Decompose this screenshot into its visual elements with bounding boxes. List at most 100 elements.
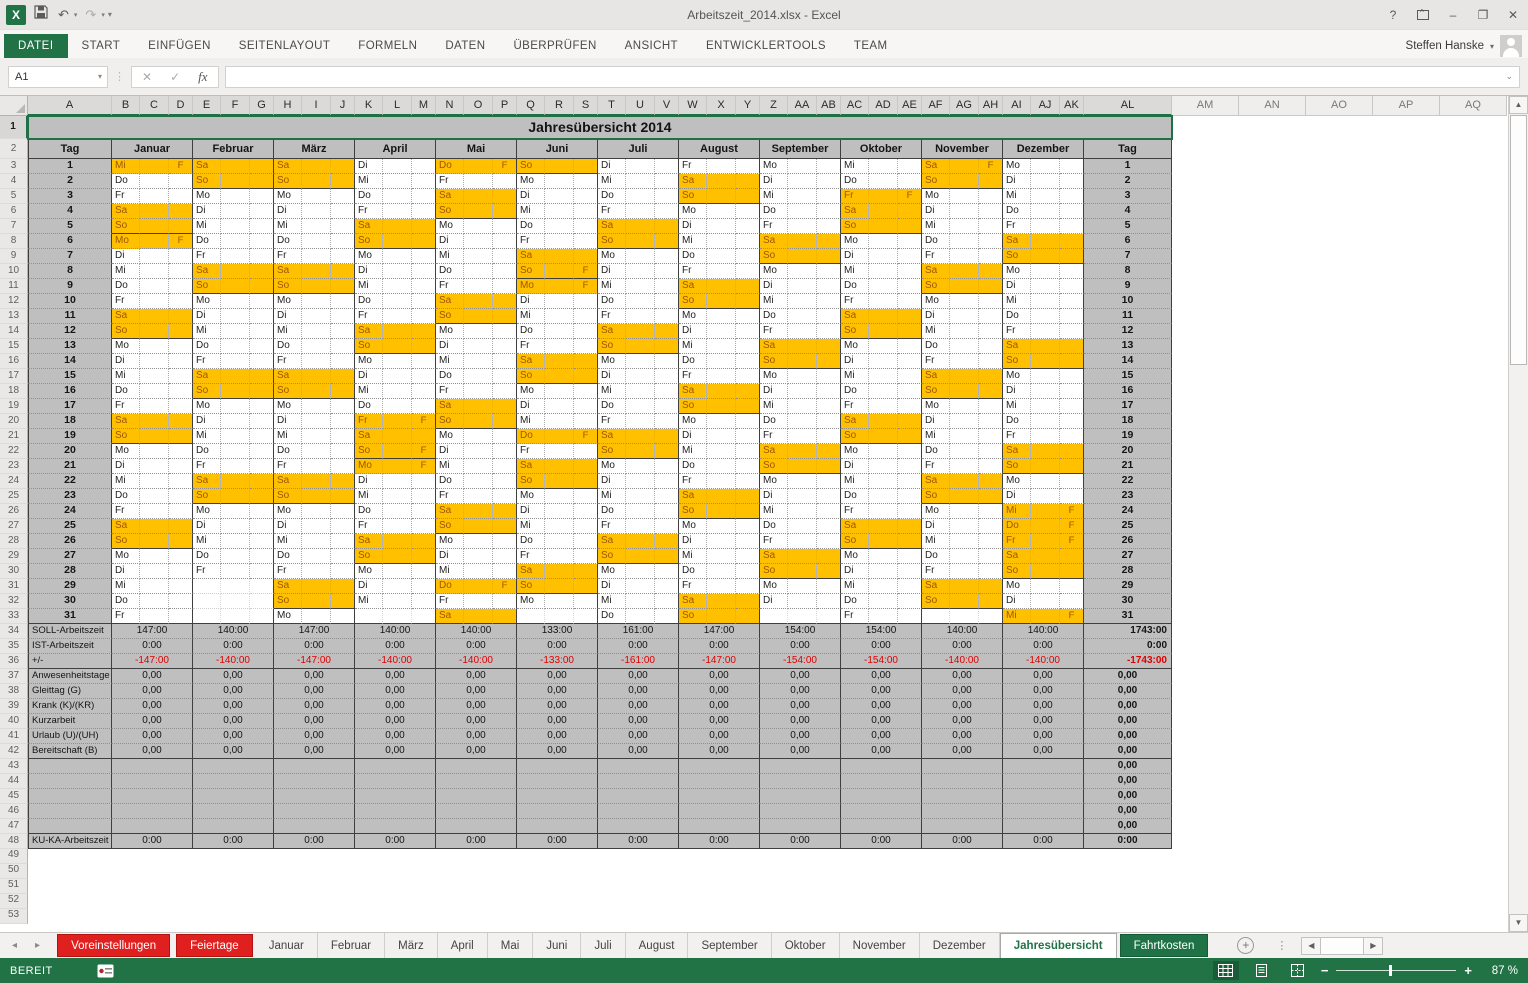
summary-empty-cell[interactable]	[112, 804, 193, 819]
day-entry-cell[interactable]	[788, 234, 817, 249]
summary-value-cell[interactable]: 140:00	[355, 624, 436, 639]
column-header-t[interactable]: T	[598, 96, 626, 116]
day-entry-cell[interactable]	[1031, 384, 1060, 399]
day-entry-cell[interactable]	[302, 564, 331, 579]
day-flag-cell[interactable]	[169, 444, 193, 459]
day-entry-cell[interactable]	[869, 384, 898, 399]
day-flag-cell[interactable]	[898, 339, 922, 354]
weekday-cell[interactable]: Mi	[517, 204, 545, 219]
weekday-cell[interactable]: So	[1003, 564, 1031, 579]
row-header-8[interactable]: 8	[0, 234, 28, 249]
weekday-cell[interactable]: Mo	[274, 609, 302, 624]
summary-value-cell[interactable]: 0,00	[841, 714, 922, 729]
sheet-tab-oktober[interactable]: Oktober	[772, 933, 840, 958]
day-flag-cell[interactable]	[817, 339, 841, 354]
day-entry-cell[interactable]	[707, 399, 736, 414]
day-entry-cell[interactable]	[950, 159, 979, 174]
row-header-2[interactable]: 2	[0, 139, 28, 159]
day-entry-cell[interactable]	[383, 324, 412, 339]
column-header-d[interactable]: D	[169, 96, 193, 116]
column-header-ac[interactable]: AC	[841, 96, 869, 116]
day-entry-cell[interactable]	[869, 324, 898, 339]
day-entry-cell[interactable]	[1031, 564, 1060, 579]
day-flag-cell[interactable]	[736, 189, 760, 204]
day-flag-cell[interactable]	[1060, 579, 1084, 594]
weekday-cell[interactable]: Mi	[112, 474, 140, 489]
summary-value-cell[interactable]: 147:00	[679, 624, 760, 639]
row-header-34[interactable]: 34	[0, 624, 28, 639]
day-entry-cell[interactable]	[707, 309, 736, 324]
day-flag-cell[interactable]	[331, 279, 355, 294]
day-entry-cell[interactable]	[464, 399, 493, 414]
day-entry-cell[interactable]	[140, 219, 169, 234]
holiday-marker-cell[interactable]: F	[1060, 534, 1084, 549]
day-flag-cell[interactable]	[331, 429, 355, 444]
day-entry-cell[interactable]	[383, 264, 412, 279]
day-flag-cell[interactable]	[1060, 594, 1084, 609]
day-entry-cell[interactable]	[221, 369, 250, 384]
row-header-17[interactable]: 17	[0, 369, 28, 384]
weekday-cell[interactable]: Sa	[517, 459, 545, 474]
day-entry-cell[interactable]	[626, 414, 655, 429]
day-flag-cell[interactable]	[979, 309, 1003, 324]
day-flag-cell[interactable]	[493, 279, 517, 294]
sheet-tab-september[interactable]: September	[688, 933, 771, 958]
day-number-cell[interactable]: 16	[1084, 384, 1172, 399]
empty-sheet-area[interactable]	[28, 849, 1528, 864]
row-header-41[interactable]: 41	[0, 729, 28, 744]
weekday-cell[interactable]: Do	[679, 249, 707, 264]
day-entry-cell[interactable]	[788, 324, 817, 339]
weekday-cell[interactable]: So	[1003, 249, 1031, 264]
month-header-oktober[interactable]: Oktober	[841, 139, 922, 159]
row-header-20[interactable]: 20	[0, 414, 28, 429]
summary-value-cell[interactable]: 0:00	[436, 639, 517, 654]
day-flag-cell[interactable]	[1060, 249, 1084, 264]
day-entry-cell[interactable]	[950, 534, 979, 549]
weekday-cell[interactable]: Di	[841, 249, 869, 264]
column-header-g[interactable]: G	[250, 96, 274, 116]
weekday-cell[interactable]: Di	[922, 519, 950, 534]
day-flag-cell[interactable]	[655, 519, 679, 534]
day-flag-cell[interactable]	[493, 384, 517, 399]
weekday-cell[interactable]: Mi	[922, 534, 950, 549]
day-entry-cell[interactable]	[383, 339, 412, 354]
weekday-cell[interactable]: So	[112, 429, 140, 444]
summary-value-cell[interactable]: -140:00	[436, 654, 517, 669]
row-header-18[interactable]: 18	[0, 384, 28, 399]
weekday-cell[interactable]: Fr	[193, 354, 221, 369]
weekday-cell[interactable]: Di	[841, 564, 869, 579]
day-entry-cell[interactable]	[464, 354, 493, 369]
day-flag-cell[interactable]	[331, 204, 355, 219]
day-entry-cell[interactable]	[383, 354, 412, 369]
holiday-marker-cell[interactable]: F	[979, 159, 1003, 174]
day-flag-cell[interactable]	[412, 219, 436, 234]
day-number-cell[interactable]: 9	[28, 279, 112, 294]
weekday-cell[interactable]: So	[112, 324, 140, 339]
weekday-cell[interactable]: Sa	[274, 159, 302, 174]
day-flag-cell[interactable]	[655, 504, 679, 519]
day-flag-cell[interactable]	[412, 249, 436, 264]
day-flag-cell[interactable]	[655, 369, 679, 384]
day-entry-cell[interactable]	[788, 564, 817, 579]
weekday-cell[interactable]: Do	[355, 189, 383, 204]
day-entry-cell[interactable]	[545, 369, 574, 384]
day-flag-cell[interactable]	[574, 519, 598, 534]
formula-expand-icon[interactable]: ⌄	[1505, 71, 1519, 82]
weekday-cell[interactable]: Sa	[598, 219, 626, 234]
month-header-dezember[interactable]: Dezember	[1003, 139, 1084, 159]
day-flag-cell[interactable]	[493, 189, 517, 204]
day-entry-cell[interactable]	[1031, 294, 1060, 309]
weekday-cell[interactable]: Mi	[517, 309, 545, 324]
weekday-cell[interactable]: Do	[193, 549, 221, 564]
day-flag-cell[interactable]	[979, 384, 1003, 399]
day-entry-cell[interactable]	[950, 309, 979, 324]
column-header-c[interactable]: C	[140, 96, 169, 116]
day-entry-cell[interactable]	[302, 249, 331, 264]
empty-day-cell[interactable]	[193, 579, 221, 594]
day-number-cell[interactable]: 27	[1084, 549, 1172, 564]
day-flag-cell[interactable]	[169, 429, 193, 444]
day-flag-cell[interactable]	[979, 429, 1003, 444]
summary-value-cell[interactable]: -147:00	[679, 654, 760, 669]
day-entry-cell[interactable]	[464, 174, 493, 189]
weekday-cell[interactable]: Di	[841, 354, 869, 369]
